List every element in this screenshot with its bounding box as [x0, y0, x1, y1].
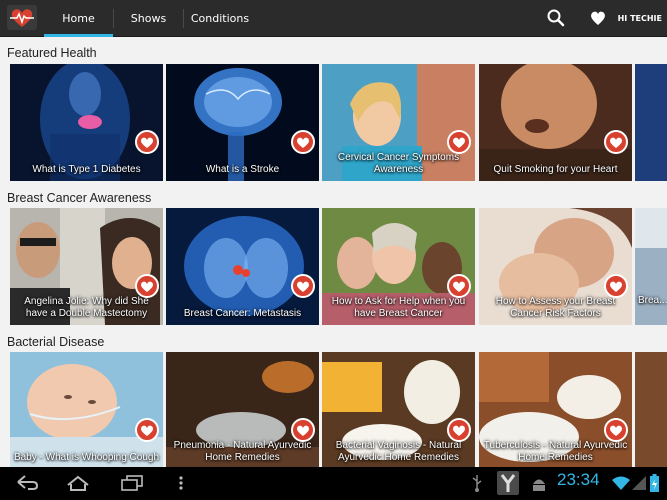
heart-icon	[610, 137, 622, 148]
heart-icon	[297, 281, 309, 292]
favorite-button[interactable]	[447, 418, 471, 442]
favorite-button[interactable]	[604, 274, 628, 298]
card-cervical-cancer[interactable]: Cervical Cancer Symptoms Awareness	[322, 64, 475, 181]
card-caption: Baby - What is Whooping Cough	[13, 452, 160, 463]
home-icon[interactable]	[65, 473, 91, 493]
card-ask-for-help[interactable]: How to Ask for Help when you have Breast…	[322, 208, 475, 325]
signal-icon	[632, 476, 646, 490]
card-image	[10, 352, 163, 467]
section-title: Bacterial Disease	[7, 335, 105, 349]
usb-icon	[472, 475, 482, 492]
heart-icon	[610, 425, 622, 436]
card-caption: Breast Cancer: Metastasis	[183, 308, 302, 319]
card-partial[interactable]	[635, 64, 667, 181]
favorite-button[interactable]	[291, 274, 315, 298]
content-area: Featured Health What is Type 1 Diabetes …	[0, 37, 667, 467]
card-partial[interactable]: Brea...	[635, 208, 667, 325]
card-caption: Pneumonia - Natural Ayurvedic Home Remed…	[173, 440, 312, 463]
menu-icon[interactable]	[176, 473, 186, 493]
card-caption: Cervical Cancer Symptoms Awareness	[337, 152, 460, 175]
card-assess-risk[interactable]: How to Assess your Breast Cancer Risk Fa…	[479, 208, 632, 325]
heart-icon	[141, 425, 153, 436]
favorite-button[interactable]	[291, 418, 315, 442]
card-caption: How to Ask for Help when you have Breast…	[331, 296, 466, 319]
android-debug-icon	[533, 479, 545, 491]
favorite-button[interactable]	[447, 274, 471, 298]
favorite-button[interactable]	[135, 274, 159, 298]
action-bar: Home Shows Conditions HI TECHIE	[0, 0, 667, 37]
card-angelina-jolie[interactable]: Angelina Jolie: Why did She have a Doubl…	[10, 208, 163, 325]
heart-icon	[453, 281, 465, 292]
favorite-button[interactable]	[291, 130, 315, 154]
favorite-button[interactable]	[135, 130, 159, 154]
tab-home-label: Home	[62, 12, 95, 25]
back-icon[interactable]	[14, 473, 40, 493]
battery-icon	[650, 474, 659, 492]
tab-conditions[interactable]: Conditions	[184, 0, 256, 37]
user-name[interactable]: HI TECHIE	[618, 0, 662, 37]
heart-pulse-logo[interactable]	[7, 5, 37, 30]
favorite-button[interactable]	[604, 418, 628, 442]
card-stroke[interactable]: What is a Stroke	[166, 64, 319, 181]
favorite-button[interactable]	[135, 418, 159, 442]
card-tuberculosis[interactable]: Tuberculosis - Natural Ayurvedic Home Re…	[479, 352, 632, 467]
card-caption: Quit Smoking for your Heart	[493, 164, 618, 175]
card-metastasis[interactable]: Breast Cancer: Metastasis	[166, 208, 319, 325]
section-title: Featured Health	[7, 46, 97, 60]
status-clock: 23:34	[557, 470, 600, 489]
search-icon[interactable]	[546, 8, 566, 28]
card-whooping-cough[interactable]: Baby - What is Whooping Cough	[10, 352, 163, 467]
card-quit-smoking[interactable]: Quit Smoking for your Heart	[479, 64, 632, 181]
heart-icon	[297, 137, 309, 148]
favorite-button[interactable]	[604, 130, 628, 154]
heart-icon	[453, 425, 465, 436]
heart-icon	[141, 137, 153, 148]
card-caption: Tuberculosis - Natural Ayurvedic Home Re…	[483, 440, 628, 463]
card-caption: What is Type 1 Diabetes	[32, 164, 141, 175]
card-caption: How to Assess your Breast Cancer Risk Fa…	[495, 296, 616, 319]
card-caption: Brea...	[638, 295, 667, 306]
card-caption: Angelina Jolie: Why did She have a Doubl…	[24, 296, 149, 319]
wifi-icon	[612, 476, 630, 490]
card-caption: What is a Stroke	[205, 164, 280, 175]
heart-icon	[610, 281, 622, 292]
system-nav-bar: 23:34	[0, 467, 667, 500]
tab-shows-label: Shows	[130, 12, 167, 25]
recent-apps-icon[interactable]	[119, 473, 145, 493]
heart-icon	[141, 281, 153, 292]
card-caption: Bacterial Vaginosis - Natural Ayurvedic …	[335, 440, 462, 463]
favorite-button[interactable]	[447, 130, 471, 154]
tab-home[interactable]: Home	[44, 0, 113, 37]
y-app-icon	[497, 471, 519, 495]
tab-shows[interactable]: Shows	[114, 0, 183, 37]
heart-icon	[453, 137, 465, 148]
card-bacterial-vaginosis[interactable]: Bacterial Vaginosis - Natural Ayurvedic …	[322, 352, 475, 467]
card-pneumonia[interactable]: Pneumonia - Natural Ayurvedic Home Remed…	[166, 352, 319, 467]
heart-icon	[297, 425, 309, 436]
tab-conditions-label: Conditions	[190, 12, 250, 25]
card-type1-diabetes[interactable]: What is Type 1 Diabetes	[10, 64, 163, 181]
heart-icon[interactable]	[588, 8, 608, 28]
card-image	[635, 352, 667, 467]
card-image	[635, 64, 667, 181]
section-title: Breast Cancer Awareness	[7, 191, 152, 205]
card-partial[interactable]	[635, 352, 667, 467]
